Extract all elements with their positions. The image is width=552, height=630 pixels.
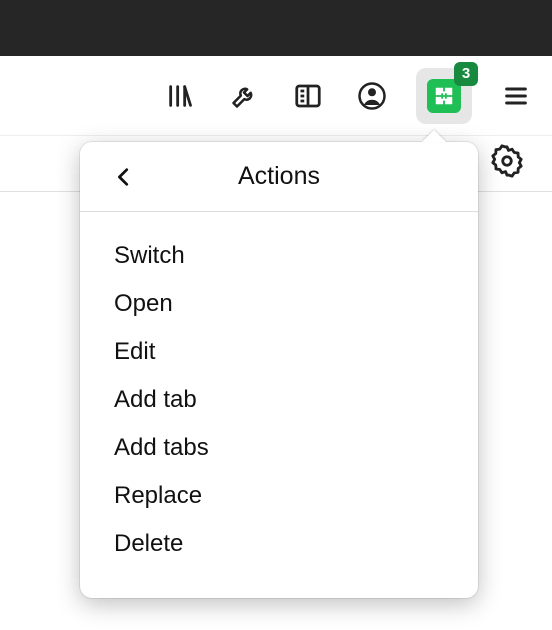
app-menu-button[interactable]: [496, 76, 536, 116]
back-button[interactable]: [108, 161, 140, 193]
account-icon[interactable]: [352, 76, 392, 116]
library-icon[interactable]: [160, 76, 200, 116]
gear-icon[interactable]: [490, 144, 524, 183]
popover-header: Actions: [80, 142, 478, 212]
menu-item-replace[interactable]: Replace: [114, 472, 444, 520]
actions-popover: Actions Switch Open Edit Add tab Add tab…: [80, 142, 478, 598]
wrench-icon[interactable]: [224, 76, 264, 116]
browser-toolbar: 3: [0, 56, 552, 136]
menu-item-switch[interactable]: Switch: [114, 232, 444, 280]
menu-item-delete[interactable]: Delete: [114, 520, 444, 568]
menu-item-open[interactable]: Open: [114, 280, 444, 328]
menu-item-add-tabs[interactable]: Add tabs: [114, 424, 444, 472]
sidebar-icon[interactable]: [288, 76, 328, 116]
extension-badge: 3: [454, 62, 478, 86]
menu-item-add-tab[interactable]: Add tab: [114, 376, 444, 424]
window-titlebar: [0, 0, 552, 56]
popover-arrow: [422, 130, 446, 142]
popover-body: Switch Open Edit Add tab Add tabs Replac…: [80, 212, 478, 598]
menu-item-edit[interactable]: Edit: [114, 328, 444, 376]
extension-button[interactable]: 3: [416, 68, 472, 124]
